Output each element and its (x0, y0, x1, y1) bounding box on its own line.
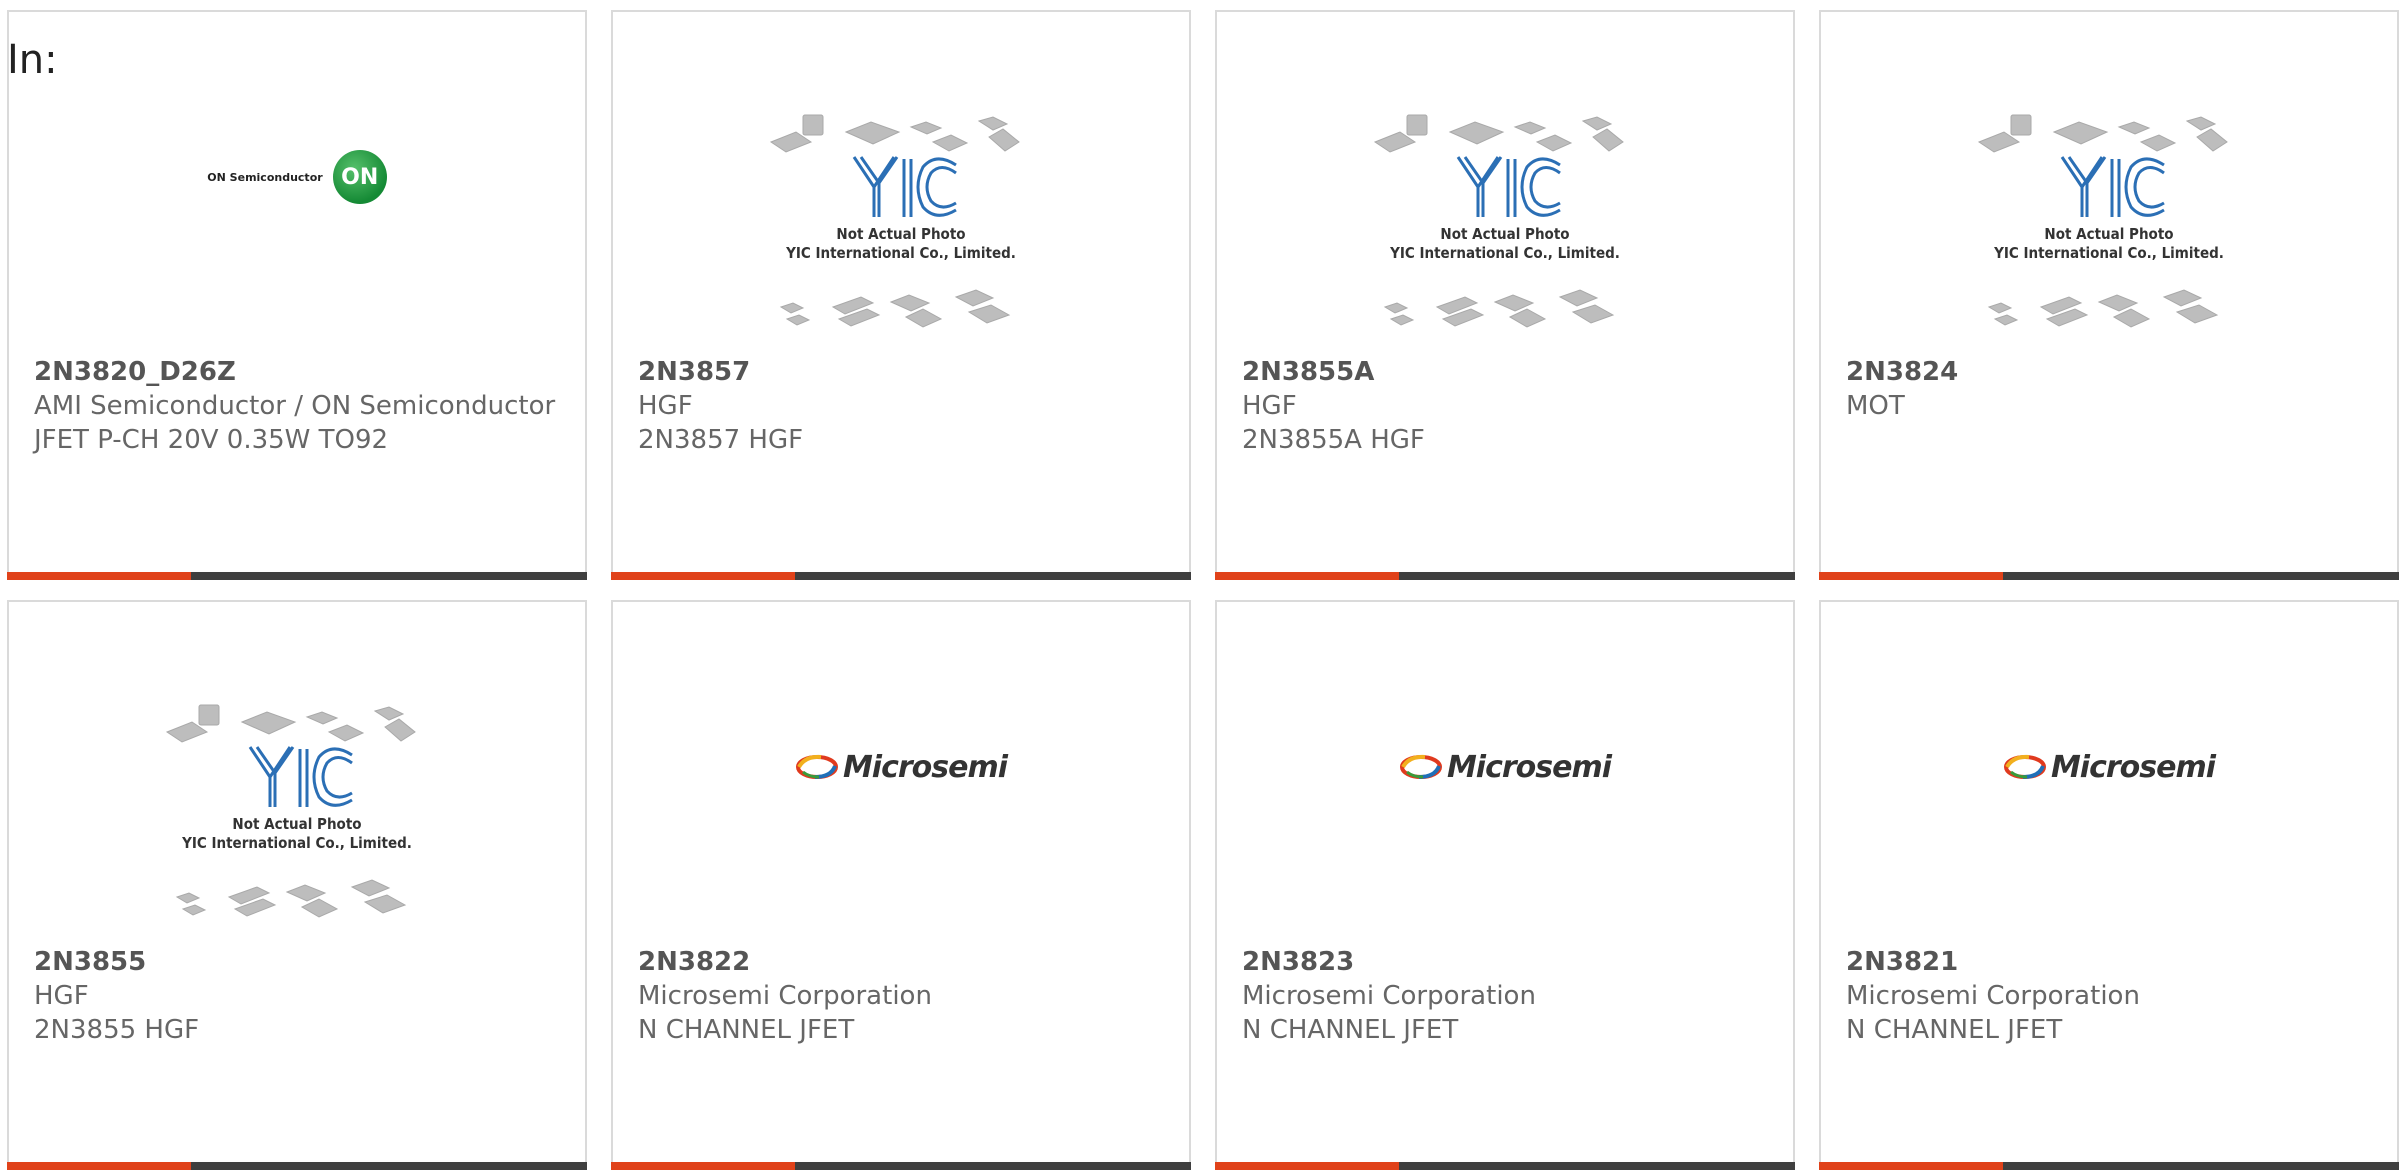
onsemi-logo-text: ON Semiconductor (207, 170, 323, 184)
product-image[interactable]: Not Actual Photo YIC International Co., … (1821, 92, 2397, 362)
yic-placeholder-image: Not Actual Photo YIC International Co., … (1977, 114, 2228, 328)
part-number[interactable]: 2N3857 (638, 355, 1169, 389)
microsemi-swirl-icon (795, 754, 838, 779)
yic-caption-line2: YIC International Co., Limited. (1993, 244, 2224, 262)
microsemi-swirl-icon (1399, 754, 1442, 779)
product-card[interactable]: Microsemi 2N3823 Microsemi Corporation N CH… (1215, 600, 1795, 1170)
yic-caption-line2: YIC International Co., Limited. (1389, 244, 1620, 262)
manufacturer: Microsemi Corporation (1242, 981, 1536, 1011)
yic-placeholder-image: Not Actual Photo YIC International Co., … (769, 114, 1020, 328)
card-accent-bar (611, 1162, 1191, 1170)
product-card[interactable]: Microsemi 2N3821 Microsemi Corporation N CH… (1819, 600, 2399, 1170)
description: N CHANNEL JFET (1242, 1015, 1459, 1045)
product-card[interactable]: Not Actual Photo YIC International Co., … (1215, 10, 1795, 580)
card-accent-bar (1215, 572, 1795, 580)
description: 2N3855 HGF (34, 1015, 200, 1045)
microsemi-logo: Microsemi (795, 749, 1008, 785)
product-info: 2N3855 HGF 2N3855 HGF (34, 945, 565, 1047)
product-image[interactable]: Not Actual Photo YIC International Co., … (613, 92, 1189, 362)
description: N CHANNEL JFET (638, 1015, 855, 1045)
yic-caption-line1: Not Actual Photo (232, 815, 361, 833)
description: 2N3857 HGF (638, 425, 804, 455)
product-info: 2N3857 HGF 2N3857 HGF (638, 355, 1169, 457)
description: JFET P-CH 20V 0.35W TO92 (34, 425, 389, 455)
product-image[interactable]: Not Actual Photo YIC International Co., … (1217, 92, 1793, 362)
yic-caption-line2: YIC International Co., Limited. (181, 834, 412, 852)
description: N CHANNEL JFET (1846, 1015, 2063, 1045)
card-accent-bar (1819, 572, 2399, 580)
yic-caption-line1: Not Actual Photo (1440, 225, 1569, 243)
microsemi-logo: Microsemi (2003, 749, 2216, 785)
onsemi-logo: ON Semiconductor ON (207, 150, 387, 204)
product-image[interactable]: ON Semiconductor ON (9, 92, 585, 362)
part-number[interactable]: 2N3820_D26Z (34, 355, 565, 389)
product-info: 2N3855A HGF 2N3855A HGF (1242, 355, 1773, 457)
product-info: 2N3822 Microsemi Corporation N CHANNEL JFE… (638, 945, 1169, 1047)
product-card[interactable]: Not Actual Photo YIC International Co., … (1819, 10, 2399, 580)
yic-placeholder-image: Not Actual Photo YIC International Co., … (1373, 114, 1624, 328)
product-info: 2N3821 Microsemi Corporation N CHANNEL JFE… (1846, 945, 2377, 1047)
product-image[interactable]: Microsemi (613, 682, 1189, 952)
part-number[interactable]: 2N3824 (1846, 355, 2377, 389)
part-number[interactable]: 2N3855A (1242, 355, 1773, 389)
product-grid: ON Semiconductor ON 2N3820_D26Z AMI Semicon… (7, 10, 2399, 1170)
product-card[interactable]: ON Semiconductor ON 2N3820_D26Z AMI Semicon… (7, 10, 587, 580)
product-image[interactable]: Microsemi (1821, 682, 2397, 952)
yic-caption-line2: YIC International Co., Limited. (785, 244, 1016, 262)
manufacturer: AMI Semiconductor / ON Semiconductor (34, 391, 556, 421)
card-accent-bar (611, 572, 1191, 580)
manufacturer: Microsemi Corporation (1846, 981, 2140, 1011)
product-card[interactable]: Microsemi 2N3822 Microsemi Corporation N CH… (611, 600, 1191, 1170)
card-accent-bar (7, 1162, 587, 1170)
microsemi-swirl-icon (2003, 754, 2046, 779)
part-number[interactable]: 2N3855 (34, 945, 565, 979)
part-number[interactable]: 2N3821 (1846, 945, 2377, 979)
manufacturer: HGF (638, 391, 693, 421)
part-number[interactable]: 2N3822 (638, 945, 1169, 979)
filter-label: In: (7, 37, 58, 83)
product-card[interactable]: Not Actual Photo YIC International Co., … (611, 10, 1191, 580)
yic-caption-line1: Not Actual Photo (2044, 225, 2173, 243)
product-card[interactable]: Not Actual Photo YIC International Co., … (7, 600, 587, 1170)
product-info: 2N3824 MOT (1846, 355, 2377, 423)
product-info: 2N3823 Microsemi Corporation N CHANNEL JFE… (1242, 945, 1773, 1047)
microsemi-logo-text: Microsemi (842, 749, 1008, 785)
manufacturer: Microsemi Corporation (638, 981, 932, 1011)
card-accent-bar (1215, 1162, 1795, 1170)
product-image[interactable]: Not Actual Photo YIC International Co., … (9, 682, 585, 952)
card-accent-bar (1819, 1162, 2399, 1170)
manufacturer: HGF (34, 981, 89, 1011)
onsemi-logo-mark: ON (332, 150, 387, 204)
description: 2N3855A HGF (1242, 425, 1425, 455)
microsemi-logo: Microsemi (1399, 749, 1612, 785)
microsemi-logo-text: Microsemi (2050, 749, 2216, 785)
product-image[interactable]: Microsemi (1217, 682, 1793, 952)
yic-caption-line1: Not Actual Photo (836, 225, 965, 243)
yic-placeholder-image: Not Actual Photo YIC International Co., … (165, 704, 416, 918)
product-info: 2N3820_D26Z AMI Semiconductor / ON Semico… (34, 355, 565, 457)
manufacturer: MOT (1846, 391, 1905, 421)
microsemi-logo-text: Microsemi (1446, 749, 1612, 785)
manufacturer: HGF (1242, 391, 1297, 421)
card-accent-bar (7, 572, 587, 580)
part-number[interactable]: 2N3823 (1242, 945, 1773, 979)
